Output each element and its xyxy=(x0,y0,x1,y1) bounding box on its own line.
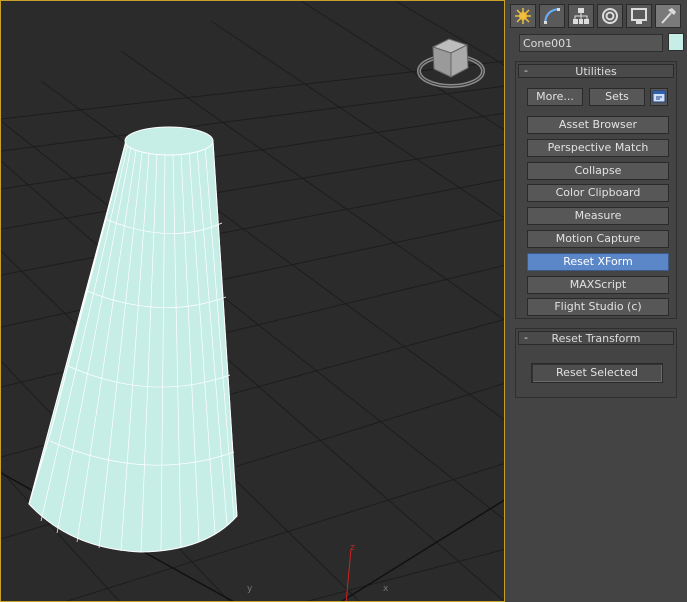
x-axis-label: x xyxy=(383,584,389,594)
utility-button-color-clipboard[interactable]: Color Clipboard xyxy=(527,184,669,203)
create-tab[interactable] xyxy=(510,4,536,28)
modify-tab[interactable] xyxy=(539,4,565,28)
perspective-viewport[interactable]: z y x xyxy=(0,0,505,602)
display-tab[interactable] xyxy=(626,4,652,28)
utility-button-reset-xform[interactable]: Reset XForm xyxy=(527,252,669,271)
viewport-scene: z y x xyxy=(1,1,504,601)
utilities-rollout: - Utilities More... Sets Asset Browser Pe… xyxy=(515,61,677,319)
hammer-icon xyxy=(661,8,676,24)
utilities-title: Utilities xyxy=(575,65,617,78)
utility-button-maxscript[interactable]: MAXScript xyxy=(527,275,669,294)
star-icon xyxy=(515,8,531,24)
more-button[interactable]: More... xyxy=(527,88,583,106)
command-panel: Cone001 - Utilities More... Sets Asset B… xyxy=(507,0,687,602)
configure-sets-button[interactable] xyxy=(650,88,668,106)
axis-tripod: z y x xyxy=(247,543,389,601)
viewcube-icon[interactable] xyxy=(417,38,485,88)
reset-transform-title: Reset Transform xyxy=(551,332,641,345)
reset-transform-rollout: - Reset Transform Reset Selected xyxy=(515,328,677,398)
z-axis-label: z xyxy=(350,543,355,553)
configure-icon xyxy=(652,90,666,103)
hierarchy-icon xyxy=(573,8,589,24)
reset-transform-rollout-header[interactable]: - Reset Transform xyxy=(518,331,674,345)
curve-icon xyxy=(544,8,560,24)
motion-tab[interactable] xyxy=(597,4,623,28)
object-color-swatch[interactable] xyxy=(668,33,684,51)
utility-button-flight-studio-c[interactable]: Flight Studio (c) xyxy=(527,298,669,317)
hierarchy-tab[interactable] xyxy=(568,4,594,28)
reset-selected-button[interactable]: Reset Selected xyxy=(531,363,663,383)
utilities-tab[interactable] xyxy=(655,4,681,28)
utility-button-perspective-match[interactable]: Perspective Match xyxy=(527,138,669,157)
utility-button-collapse[interactable]: Collapse xyxy=(527,161,669,180)
object-name-field[interactable]: Cone001 xyxy=(519,34,663,52)
cone-object[interactable] xyxy=(28,126,238,553)
y-axis-label: y xyxy=(247,584,253,594)
motion-icon xyxy=(602,8,618,24)
sets-button[interactable]: Sets xyxy=(589,88,645,106)
monitor-icon xyxy=(631,8,647,24)
utility-button-motion-capture[interactable]: Motion Capture xyxy=(527,230,669,248)
utility-button-measure[interactable]: Measure xyxy=(527,207,669,226)
utilities-rollout-header[interactable]: - Utilities xyxy=(518,64,674,78)
utility-button-asset-browser[interactable]: Asset Browser xyxy=(527,116,669,134)
